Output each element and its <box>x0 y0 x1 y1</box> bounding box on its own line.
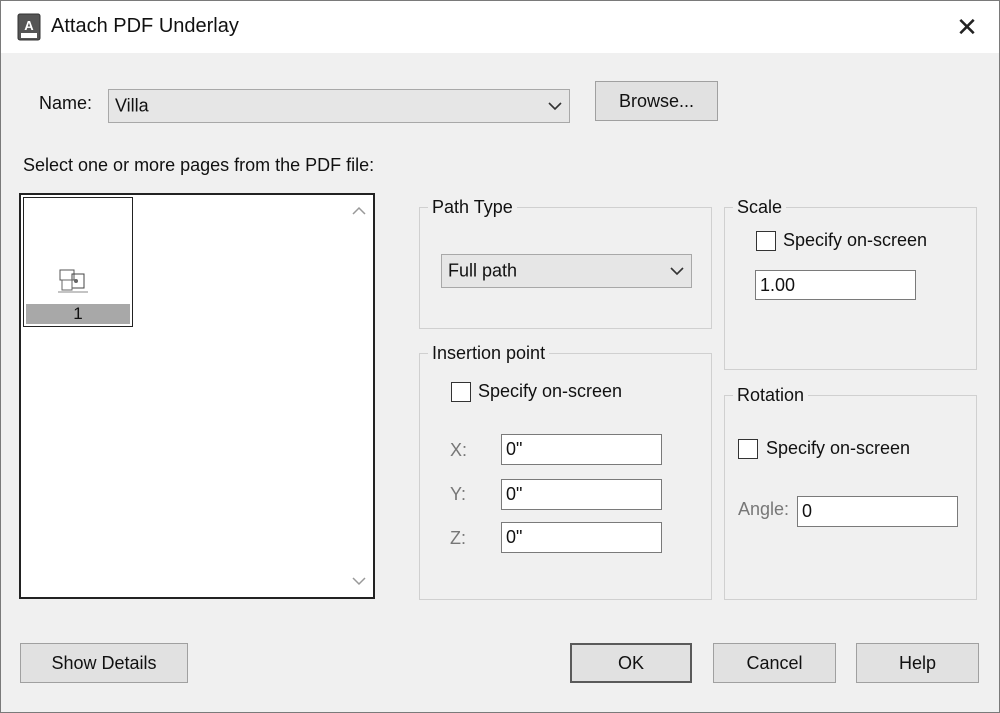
attach-pdf-underlay-dialog: A Attach PDF Underlay ✕ Name: Villa Brow… <box>0 0 1000 713</box>
scale-specify-label: Specify on-screen <box>783 230 928 250</box>
help-button[interactable]: Help <box>856 643 979 683</box>
floor-plan-thumbnail-image <box>58 269 88 293</box>
x-input[interactable]: 0" <box>501 434 662 465</box>
path-type-title: Path Type <box>428 197 517 218</box>
scale-input[interactable]: 1.00 <box>755 270 916 300</box>
path-type-group: Path Type Full path <box>419 197 712 329</box>
pages-prompt: Select one or more pages from the PDF fi… <box>23 155 375 175</box>
scale-title: Scale <box>733 197 787 218</box>
close-icon[interactable]: ✕ <box>947 7 987 47</box>
dialog-title: Attach PDF Underlay <box>51 15 239 37</box>
name-dropdown[interactable]: Villa <box>108 89 570 123</box>
insertion-specify-label: Specify on-screen <box>478 381 623 401</box>
svg-text:A: A <box>24 18 34 33</box>
insertion-point-group: Insertion point Specify on-screen X: 0" … <box>419 343 712 600</box>
scale-specify-checkbox[interactable] <box>756 231 776 251</box>
scroll-up-icon[interactable] <box>351 203 367 219</box>
z-input[interactable]: 0" <box>501 522 662 553</box>
angle-label: Angle: <box>738 499 790 519</box>
insertion-point-title: Insertion point <box>428 343 550 364</box>
page-list[interactable]: 1 <box>19 193 375 599</box>
show-details-button[interactable]: Show Details <box>20 643 188 683</box>
path-type-value: Full path <box>448 260 518 281</box>
title-bar: A Attach PDF Underlay ✕ <box>1 1 999 53</box>
z-label: Z: <box>450 528 466 548</box>
name-value: Villa <box>115 95 149 116</box>
scroll-down-icon[interactable] <box>351 573 367 589</box>
autocad-dwg-icon: A <box>17 13 41 41</box>
browse-button[interactable]: Browse... <box>595 81 718 121</box>
y-label: Y: <box>450 484 467 504</box>
x-label: X: <box>450 440 468 460</box>
ok-button[interactable]: OK <box>570 643 692 683</box>
insertion-specify-checkbox[interactable] <box>451 382 471 402</box>
chevron-down-icon <box>548 102 562 111</box>
y-input[interactable]: 0" <box>501 479 662 510</box>
rotation-specify-checkbox[interactable] <box>738 439 758 459</box>
path-type-dropdown[interactable]: Full path <box>441 254 692 288</box>
name-label: Name: <box>39 93 93 113</box>
page-number-label: 1 <box>26 304 130 324</box>
chevron-down-icon <box>670 267 684 276</box>
scale-group: Scale Specify on-screen 1.00 <box>724 197 977 370</box>
page-thumbnail[interactable]: 1 <box>23 197 133 327</box>
angle-input[interactable]: 0 <box>797 496 958 527</box>
cancel-button[interactable]: Cancel <box>713 643 836 683</box>
rotation-title: Rotation <box>733 385 809 406</box>
rotation-group: Rotation Specify on-screen Angle: 0 <box>724 385 977 600</box>
rotation-specify-label: Specify on-screen <box>766 438 911 458</box>
